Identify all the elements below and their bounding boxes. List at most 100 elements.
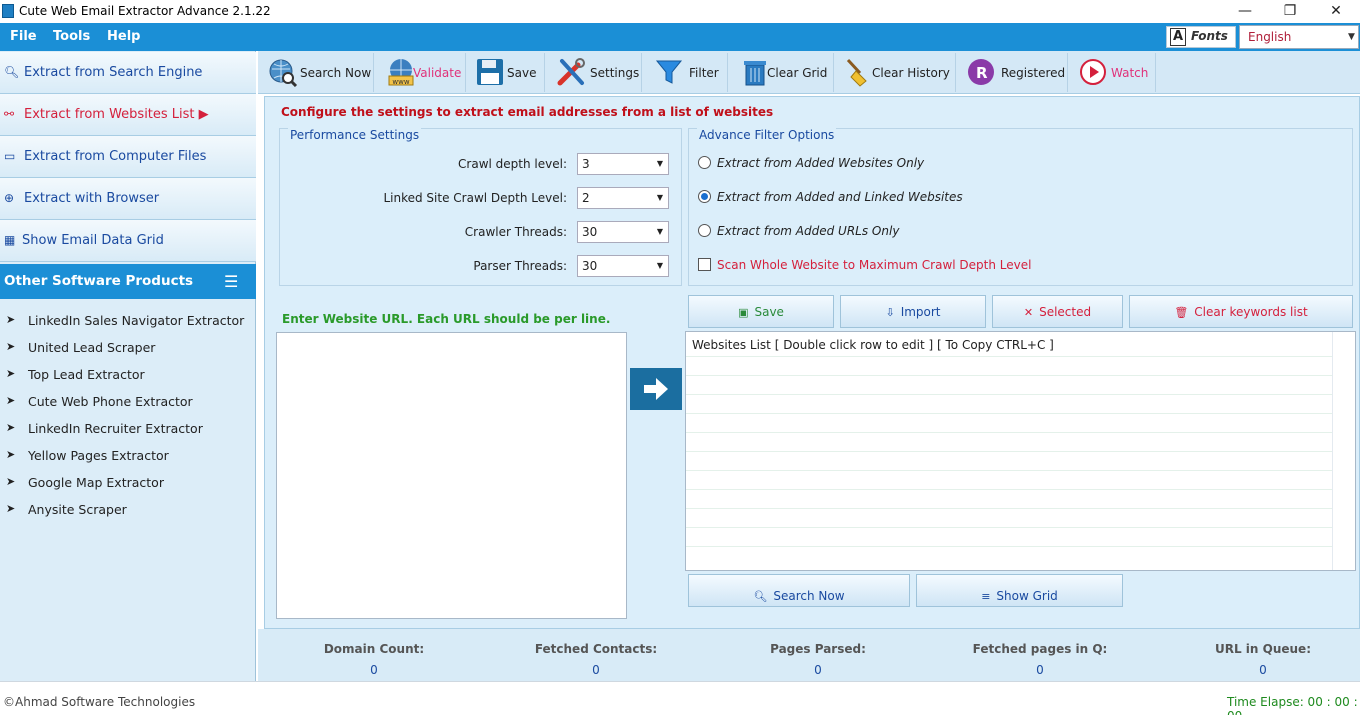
product-label: LinkedIn Recruiter Extractor — [28, 421, 203, 436]
grid-icon: ≡ — [981, 590, 991, 603]
menu-help[interactable]: Help — [107, 29, 140, 44]
sidebar-item-email-data-grid[interactable]: ▦ Show Email Data Grid — [0, 220, 256, 262]
filter-button[interactable]: Filter — [648, 53, 728, 92]
arrow-right-icon: ➤ — [6, 340, 16, 353]
menu-file[interactable]: File — [10, 29, 37, 44]
validate-button[interactable]: www Validate — [380, 53, 466, 92]
arrow-right-icon: ➤ — [6, 421, 16, 434]
add-urls-button[interactable] — [630, 368, 682, 410]
websites-grid[interactable]: Websites List [ Double click row to edit… — [685, 331, 1356, 571]
search-icon: 🔍︎ — [753, 590, 768, 603]
arrow-right-icon: ➤ — [6, 502, 16, 515]
product-label: Cute Web Phone Extractor — [28, 394, 193, 409]
product-label: United Lead Scraper — [28, 340, 156, 355]
parser-threads-select[interactable]: 30 ▼ — [577, 255, 669, 277]
show-grid-label: Show Grid — [996, 589, 1058, 603]
grid-icon: ▦ — [4, 233, 16, 247]
play-icon — [1080, 59, 1106, 85]
fonts-button[interactable]: A Fonts — [1166, 26, 1236, 48]
performance-title: Performance Settings — [288, 128, 422, 142]
status-bar: ©Ahmad Software Technologies Time Elapse… — [0, 681, 1360, 715]
search-now-bottom-label: Search Now — [773, 589, 845, 603]
grid-header: Websites List [ Double click row to edit… — [692, 338, 1054, 352]
fetched-pages-label: Fetched pages in Q: — [972, 642, 1108, 656]
clear-grid-button[interactable]: Clear Grid — [734, 53, 834, 92]
save-button[interactable]: Save — [469, 53, 545, 92]
url-input[interactable] — [276, 332, 627, 619]
chevron-down-icon: ▼ — [656, 193, 663, 202]
trash-icon: 🗑︎ — [1174, 306, 1189, 319]
crawler-threads-select[interactable]: 30 ▼ — [577, 221, 669, 243]
sidebar-item-computer-files[interactable]: ▭ Extract from Computer Files — [0, 136, 256, 178]
search-now-button[interactable]: Search Now — [262, 53, 374, 92]
floppy-disk-icon — [477, 59, 503, 85]
crawl-depth-value: 3 — [582, 157, 590, 171]
time-elapse: Time Elapse: 00 : 00 : 00 — [1227, 695, 1358, 715]
url-in-queue-value: 0 — [1259, 663, 1267, 677]
minimize-button[interactable]: — — [1222, 0, 1268, 23]
parser-threads-label: Parser Threads: — [473, 259, 567, 273]
language-value: English — [1248, 30, 1292, 44]
scan-whole-checkbox[interactable] — [698, 258, 711, 271]
chevron-down-icon: ▼ — [656, 159, 663, 168]
menu-icon[interactable]: ☰ — [224, 272, 238, 291]
sidebar-item-browser[interactable]: ⊕ Extract with Browser — [0, 178, 256, 220]
broom-icon — [846, 58, 867, 87]
domain-count-value: 0 — [370, 663, 378, 677]
import-button[interactable]: ⇩ Import — [840, 295, 986, 328]
registered-letter: R — [976, 64, 988, 82]
search-now-bottom-button[interactable]: 🔍︎ Search Now — [688, 574, 910, 607]
chevron-down-icon: ▼ — [1348, 32, 1355, 42]
crawl-depth-select[interactable]: 3 ▼ — [577, 153, 669, 175]
arrow-right-icon — [644, 378, 668, 400]
settings-label: Settings — [590, 66, 640, 80]
clear-history-button[interactable]: Clear History — [838, 53, 956, 92]
scan-whole-label: Scan Whole Website to Maximum Crawl Dept… — [717, 258, 1032, 272]
watch-label: Watch — [1111, 66, 1149, 80]
chevron-down-icon: ▼ — [656, 261, 663, 270]
registered-button[interactable]: R Registered — [960, 53, 1068, 92]
domain-count-label: Domain Count: — [323, 642, 425, 656]
clear-keywords-label: Clear keywords list — [1194, 305, 1308, 319]
import-label: Import — [900, 305, 941, 319]
language-select[interactable]: English ▼ — [1239, 25, 1359, 49]
fetched-contacts-value: 0 — [592, 663, 600, 677]
close-button[interactable]: ✕ — [1313, 0, 1359, 23]
radio-added-and-linked[interactable] — [698, 190, 711, 203]
crawler-threads-label: Crawler Threads: — [464, 225, 567, 239]
product-label: Anysite Scraper — [28, 502, 127, 517]
show-grid-button[interactable]: ≡ Show Grid — [916, 574, 1123, 607]
toolbar: Search Now www Validate Save Settings Fi… — [258, 51, 1360, 94]
save-list-button[interactable]: ▣ Save — [688, 295, 834, 328]
remove-selected-button[interactable]: ✕ Selected — [992, 295, 1123, 328]
sidebar-item-label: Show Email Data Grid — [22, 233, 164, 248]
linked-depth-select[interactable]: 2 ▼ — [577, 187, 669, 209]
settings-button[interactable]: Settings — [550, 53, 642, 92]
close-icon: ✕ — [1023, 306, 1034, 319]
app-icon — [2, 4, 14, 18]
remove-selected-label: Selected — [1039, 305, 1092, 319]
filter-label: Filter — [689, 66, 719, 80]
radio-added-websites-only[interactable] — [698, 156, 711, 169]
sidebar-item-websites-list[interactable]: ⚯ Extract from Websites List ▶ — [0, 94, 256, 136]
grid-column-separator — [1332, 332, 1333, 570]
config-title: Configure the settings to extract email … — [281, 105, 774, 119]
maximize-button[interactable]: ❐ — [1267, 0, 1313, 23]
watch-button[interactable]: Watch — [1072, 53, 1156, 92]
sidebar-item-label: Extract with Browser — [24, 191, 160, 206]
radio-added-urls-only-label: Extract from Added URLs Only — [717, 224, 900, 238]
linked-depth-value: 2 — [582, 191, 590, 205]
menu-tools[interactable]: Tools — [53, 29, 90, 44]
registered-label: Registered — [1001, 66, 1066, 80]
floppy-disk-icon: ▣ — [738, 306, 749, 319]
sidebar-item-search-engine[interactable]: 🔍︎ Extract from Search Engine — [0, 52, 256, 94]
title-bar: Cute Web Email Extractor Advance 2.1.22 … — [0, 0, 1360, 23]
clear-keywords-button[interactable]: 🗑︎ Clear keywords list — [1129, 295, 1353, 328]
globe-icon: ⊕ — [4, 191, 15, 205]
url-in-queue-label: URL in Queue: — [1214, 642, 1311, 656]
arrow-right-icon: ➤ — [6, 394, 16, 407]
product-label: Google Map Extractor — [28, 475, 164, 490]
arrow-right-icon: ➤ — [6, 475, 16, 488]
radio-added-urls-only[interactable] — [698, 224, 711, 237]
trash-icon — [744, 61, 766, 86]
